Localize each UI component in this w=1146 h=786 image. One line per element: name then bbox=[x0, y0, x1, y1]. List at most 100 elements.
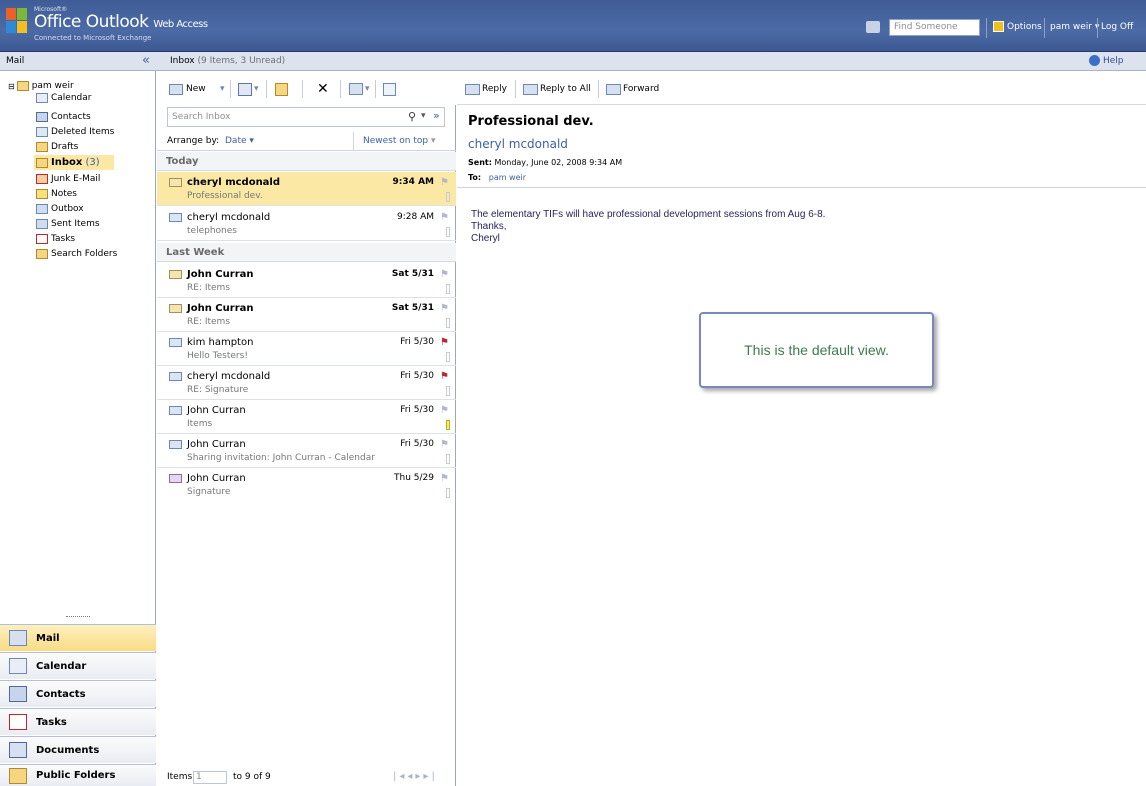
message-row[interactable]: John Curran Items Fri 5/30 ⚑ bbox=[157, 400, 456, 434]
category-icon[interactable] bbox=[446, 318, 450, 328]
log-off-link[interactable]: Log Off bbox=[1101, 22, 1133, 32]
nav-documents[interactable]: Documents bbox=[0, 736, 156, 763]
flag-icon[interactable]: ⚑ bbox=[440, 177, 449, 188]
help-link[interactable]: Help bbox=[1103, 56, 1124, 66]
category-icon[interactable] bbox=[446, 284, 450, 294]
address-book-button[interactable] bbox=[383, 81, 396, 97]
folder-search-folders[interactable]: Search Folders bbox=[36, 248, 117, 260]
nav-public-folders[interactable]: Public Folders bbox=[0, 764, 156, 786]
user-menu[interactable]: pam weir ▾ bbox=[1050, 22, 1099, 32]
message-row[interactable]: John Curran Sharing invitation: John Cur… bbox=[157, 434, 456, 468]
reading-pane: Reply Reply to All Forward Professional … bbox=[457, 71, 1146, 786]
nav-contacts[interactable]: Contacts bbox=[0, 680, 156, 707]
move-button[interactable] bbox=[275, 81, 288, 97]
reply-button[interactable]: Reply bbox=[465, 81, 507, 97]
message-row[interactable]: cheryl mcdonald Professional dev. 9:34 A… bbox=[157, 172, 456, 206]
message-row[interactable]: cheryl mcdonald RE: Signature Fri 5/30 ⚑ bbox=[157, 366, 456, 400]
arrange-value: Date bbox=[225, 136, 247, 146]
folder-notes[interactable]: Notes bbox=[36, 188, 77, 200]
category-icon[interactable] bbox=[446, 352, 450, 362]
delete-button[interactable]: ✕ bbox=[317, 81, 329, 97]
arrange-by-dropdown[interactable]: Date ▾ bbox=[225, 136, 254, 146]
recipient-name[interactable]: pam weir bbox=[489, 173, 526, 182]
new-button[interactable]: New bbox=[169, 81, 206, 97]
folder-tasks[interactable]: Tasks bbox=[36, 233, 75, 245]
mailbox-root[interactable]: ⊟ pam weir bbox=[8, 80, 74, 92]
category-icon[interactable] bbox=[446, 420, 450, 430]
arrange-label: Arrange by: bbox=[167, 136, 220, 146]
pane-resize-handle[interactable] bbox=[66, 616, 90, 619]
message-row[interactable]: kim hampton Hello Testers! Fri 5/30 ⚑ bbox=[157, 332, 456, 366]
flag-icon[interactable]: ⚑ bbox=[440, 371, 449, 382]
tasks-icon bbox=[36, 234, 48, 244]
flag-icon[interactable]: ⚑ bbox=[440, 269, 449, 280]
category-icon[interactable] bbox=[446, 488, 450, 498]
category-icon[interactable] bbox=[446, 227, 450, 237]
nav-tasks[interactable]: Tasks bbox=[0, 708, 156, 735]
flag-icon[interactable]: ⚑ bbox=[440, 212, 449, 223]
message-sender: John Curran bbox=[187, 405, 246, 416]
category-icon[interactable] bbox=[446, 192, 450, 202]
nav-label: Tasks bbox=[36, 716, 67, 728]
category-icon[interactable] bbox=[446, 454, 450, 464]
nav-calendar[interactable]: Calendar bbox=[0, 652, 156, 679]
chevron-down-icon[interactable]: ▾ bbox=[421, 111, 426, 121]
folder-calendar[interactable]: Calendar bbox=[36, 92, 91, 104]
collapse-tree-icon[interactable]: ⊟ bbox=[8, 81, 15, 92]
sent-value: Monday, June 02, 2008 9:34 AM bbox=[494, 158, 623, 167]
flag-icon[interactable]: ⚑ bbox=[440, 337, 449, 348]
sharing-invitation-icon bbox=[169, 474, 182, 483]
send-receive-icon bbox=[349, 83, 363, 95]
message-sender: John Curran bbox=[187, 439, 246, 450]
folder-outbox[interactable]: Outbox bbox=[36, 203, 84, 215]
search-icon[interactable]: ⚲ bbox=[408, 110, 416, 123]
mailbox-root-label: pam weir bbox=[31, 80, 74, 91]
forward-button[interactable]: Forward bbox=[606, 81, 659, 97]
check-messages-button[interactable]: ▾ bbox=[349, 81, 370, 97]
category-icon[interactable] bbox=[446, 386, 450, 396]
search-inbox-input[interactable]: Search Inbox ⚲ ▾ » bbox=[167, 107, 445, 127]
reply-label: Reply bbox=[482, 84, 507, 94]
folder-label: Sent Items bbox=[51, 218, 100, 229]
message-sender: John Curran bbox=[187, 473, 246, 484]
annotation-callout: This is the default view. bbox=[699, 312, 934, 388]
group-header-last-week[interactable]: Last Week bbox=[157, 243, 456, 262]
page-navigation-arrows[interactable]: |◂◂▸▸| bbox=[393, 771, 438, 782]
new-dropdown[interactable]: ▾ bbox=[220, 81, 225, 97]
group-header-today[interactable]: Today bbox=[157, 152, 456, 171]
message-sender-name[interactable]: cheryl mcdonald bbox=[468, 137, 568, 151]
folder-contacts[interactable]: Contacts bbox=[36, 111, 91, 123]
message-row[interactable]: John Curran RE: Items Sat 5/31 ⚑ bbox=[157, 264, 456, 298]
flag-icon[interactable]: ⚑ bbox=[440, 439, 449, 450]
search-placeholder: Search Inbox bbox=[172, 112, 231, 122]
nav-mail[interactable]: Mail bbox=[0, 624, 156, 651]
message-row[interactable]: John Curran Signature Thu 5/29 ⚑ bbox=[157, 468, 456, 502]
contacts-icon bbox=[36, 112, 48, 122]
message-list-pane: New ▾ ▾ ✕ ▾ Search Inbox ⚲ ▾ » Arrange b… bbox=[157, 71, 456, 786]
folder-pane: ⊟ pam weir Calendar Contacts Deleted Ite… bbox=[0, 71, 156, 786]
reply-all-button[interactable]: Reply to All bbox=[523, 81, 591, 97]
flag-icon[interactable]: ⚑ bbox=[440, 303, 449, 314]
sort-order-dropdown[interactable]: Newest on top ▾ bbox=[363, 136, 435, 146]
flag-icon[interactable]: ⚑ bbox=[440, 473, 449, 484]
folder-label: Junk E-Mail bbox=[51, 173, 101, 184]
folder-sent-items[interactable]: Sent Items bbox=[36, 218, 100, 230]
find-someone-input[interactable]: Find Someone bbox=[889, 19, 980, 36]
view-button[interactable]: ▾ bbox=[238, 81, 259, 97]
options-link[interactable]: Options bbox=[1007, 22, 1042, 32]
page-number-input[interactable]: 1 bbox=[193, 771, 227, 784]
message-row[interactable]: John Curran RE: Items Sat 5/31 ⚑ bbox=[157, 298, 456, 332]
message-subject: Sharing invitation: John Curran - Calend… bbox=[187, 453, 375, 463]
flag-icon[interactable]: ⚑ bbox=[440, 405, 449, 416]
message-row[interactable]: cheryl mcdonald telephones 9:28 AM ⚑ bbox=[157, 207, 456, 241]
folder-junk[interactable]: Junk E-Mail bbox=[36, 173, 100, 185]
collapse-pane-icon[interactable]: « bbox=[142, 53, 150, 68]
folder-drafts[interactable]: Drafts bbox=[36, 141, 78, 153]
folder-inbox[interactable]: Inbox (3) bbox=[34, 155, 114, 170]
expand-search-icon[interactable]: » bbox=[433, 109, 440, 122]
documents-icon bbox=[9, 742, 27, 758]
calendar-icon bbox=[36, 93, 48, 103]
folder-deleted-items[interactable]: Deleted Items bbox=[36, 126, 114, 138]
address-book-icon[interactable] bbox=[866, 21, 880, 33]
message-sender: John Curran bbox=[187, 303, 254, 314]
